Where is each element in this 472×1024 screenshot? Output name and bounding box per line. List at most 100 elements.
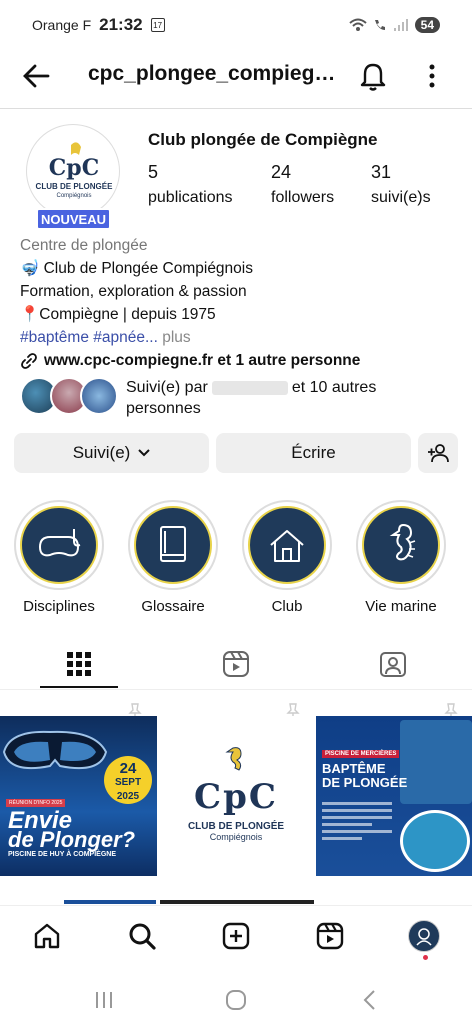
followed-by[interactable]: Suivi(e) par et 10 autres personnes xyxy=(20,377,416,419)
new-badge: NOUVEAU xyxy=(36,208,111,230)
bio-line: 🤿 Club de Plongée Compiégnois xyxy=(20,260,253,277)
bio-link-row[interactable]: www.cpc-compiegne.fr et 1 autre personne xyxy=(20,349,360,372)
bio-hashtags[interactable]: #baptême #apnée... xyxy=(20,329,158,346)
status-bar: Orange F 21:32 17 54 xyxy=(0,0,472,50)
stat-followers[interactable]: 24 followers xyxy=(271,162,334,207)
highlight-glossaire[interactable]: Glossaire xyxy=(128,500,218,615)
post-headline: Envie de Plonger? xyxy=(8,809,136,852)
following-button[interactable]: Suivi(e) xyxy=(14,433,209,473)
redacted-name xyxy=(211,380,288,395)
recent-apps-button[interactable] xyxy=(90,986,118,1014)
diver-photo xyxy=(400,720,472,804)
diver-mask-image xyxy=(2,730,108,770)
reels-icon xyxy=(222,651,249,677)
highlight-disc xyxy=(248,506,326,584)
more-options-icon[interactable] xyxy=(420,60,444,92)
highlight-disciplines[interactable]: Disciplines xyxy=(14,500,104,615)
message-button[interactable]: Écrire xyxy=(216,433,411,473)
highlight-vie-marine[interactable]: Vie marine xyxy=(356,500,446,615)
book-icon xyxy=(160,526,186,562)
nav-reels[interactable] xyxy=(314,920,346,952)
highlight-label: Vie marine xyxy=(365,598,437,615)
home-icon xyxy=(34,923,60,949)
post-badge: RÉUNION D'INFO 2025 xyxy=(6,799,66,807)
underwater-photo xyxy=(400,810,470,872)
highlight-label: Glossaire xyxy=(141,598,205,615)
carrier-name: Orange F xyxy=(32,17,92,33)
header-divider xyxy=(0,108,472,109)
avatar-subtitle: CLUB DE PLONGÉE xyxy=(36,182,114,191)
highlight-ring xyxy=(14,500,104,590)
active-tab-indicator xyxy=(40,686,118,688)
post-location: PISCINE DE HUY À COMPIÈGNE xyxy=(8,851,117,858)
event-year: 2025 xyxy=(116,791,140,802)
display-name: Club plongée de Compiègne xyxy=(148,130,378,149)
stat-posts[interactable]: 5 publications xyxy=(148,162,233,207)
chevron-down-icon xyxy=(138,449,151,457)
message-label: Écrire xyxy=(291,443,336,462)
system-navigation xyxy=(0,974,472,1024)
highlight-label: Disciplines xyxy=(23,598,95,615)
dive-mask-icon xyxy=(38,529,81,557)
bio-more-link[interactable]: plus xyxy=(158,329,190,346)
bio-line: 📍Compiègne | depuis 1975 xyxy=(20,306,216,323)
profile-tabs xyxy=(0,640,472,690)
recent-apps-icon xyxy=(96,992,112,1008)
tagged-user-icon xyxy=(379,652,406,677)
club-logo-city: Compiégnois xyxy=(209,832,263,842)
bio-line: Formation, exploration & passion xyxy=(20,283,247,300)
notification-icon: 17 xyxy=(150,18,165,32)
club-logo: CpC CLUB DE PLONGÉE Compiégnois xyxy=(186,746,286,842)
stat-label: suivi(e)s xyxy=(371,189,431,206)
post-thumbnail[interactable]: 24 SEPT 2025 RÉUNION D'INFO 2025 Envie d… xyxy=(0,716,157,876)
top-bar: cpc_plongee_compiegne xyxy=(0,52,472,100)
avatar xyxy=(80,377,118,415)
stat-value: 31 xyxy=(371,162,392,182)
avatar-logo-text: CpC xyxy=(49,155,99,181)
follower-avatars xyxy=(20,377,122,415)
bio-link: www.cpc-compiegne.fr et 1 autre personne xyxy=(44,352,361,369)
seahorse-logo-icon xyxy=(225,747,242,771)
seahorse-icon xyxy=(389,523,416,561)
bell-icon[interactable] xyxy=(358,60,388,92)
tab-posts-grid[interactable] xyxy=(0,640,157,688)
highlight-disc xyxy=(134,506,212,584)
highlight-disc xyxy=(362,506,440,584)
call-icon xyxy=(374,20,385,30)
profile-avatar[interactable]: CpC CLUB DE PLONGÉE Compiégnois xyxy=(26,124,120,218)
clock: 21:32 xyxy=(99,15,143,34)
post-body-text xyxy=(322,798,392,840)
tab-reels[interactable] xyxy=(157,640,314,688)
tabs-divider xyxy=(0,689,472,690)
link-icon xyxy=(21,352,37,369)
post-badge: PISCINE DE MERCIÈRES xyxy=(322,750,400,758)
highlight-ring xyxy=(128,500,218,590)
post-row-strip xyxy=(160,900,314,904)
suggest-user-button[interactable] xyxy=(418,433,458,473)
club-logo-text: CpC xyxy=(194,777,278,817)
nav-home[interactable] xyxy=(31,920,63,952)
highlight-ring xyxy=(242,500,332,590)
stat-following[interactable]: 31 suivi(e)s xyxy=(371,162,431,207)
post-headline-line: DE PLONGÉE xyxy=(322,775,408,790)
back-button[interactable] xyxy=(356,986,384,1014)
nav-search[interactable] xyxy=(126,920,158,952)
stat-label: publications xyxy=(148,189,233,206)
search-icon xyxy=(129,923,156,950)
bio: Centre de plongée 🤿 Club de Plongée Comp… xyxy=(20,234,360,372)
post-thumbnail[interactable]: PISCINE DE MERCIÈRES BAPTÊME DE PLONGÉE xyxy=(316,716,472,876)
highlight-club[interactable]: Club xyxy=(242,500,332,615)
home-button[interactable] xyxy=(222,986,250,1014)
nav-profile-avatar[interactable] xyxy=(408,920,440,952)
nav-create[interactable] xyxy=(220,920,252,952)
event-date-badge: 24 SEPT 2025 xyxy=(104,756,152,804)
back-arrow-icon[interactable] xyxy=(20,60,52,92)
stat-value: 5 xyxy=(148,162,159,182)
event-day: 24 xyxy=(119,760,137,777)
house-icon xyxy=(270,530,304,562)
add-user-icon xyxy=(428,444,449,463)
post-thumbnail[interactable]: CpC CLUB DE PLONGÉE Compiégnois xyxy=(158,716,315,876)
post-headline-line: de Plonger? xyxy=(8,827,136,852)
bottom-navigation xyxy=(0,905,472,967)
tab-tagged[interactable] xyxy=(314,640,471,688)
